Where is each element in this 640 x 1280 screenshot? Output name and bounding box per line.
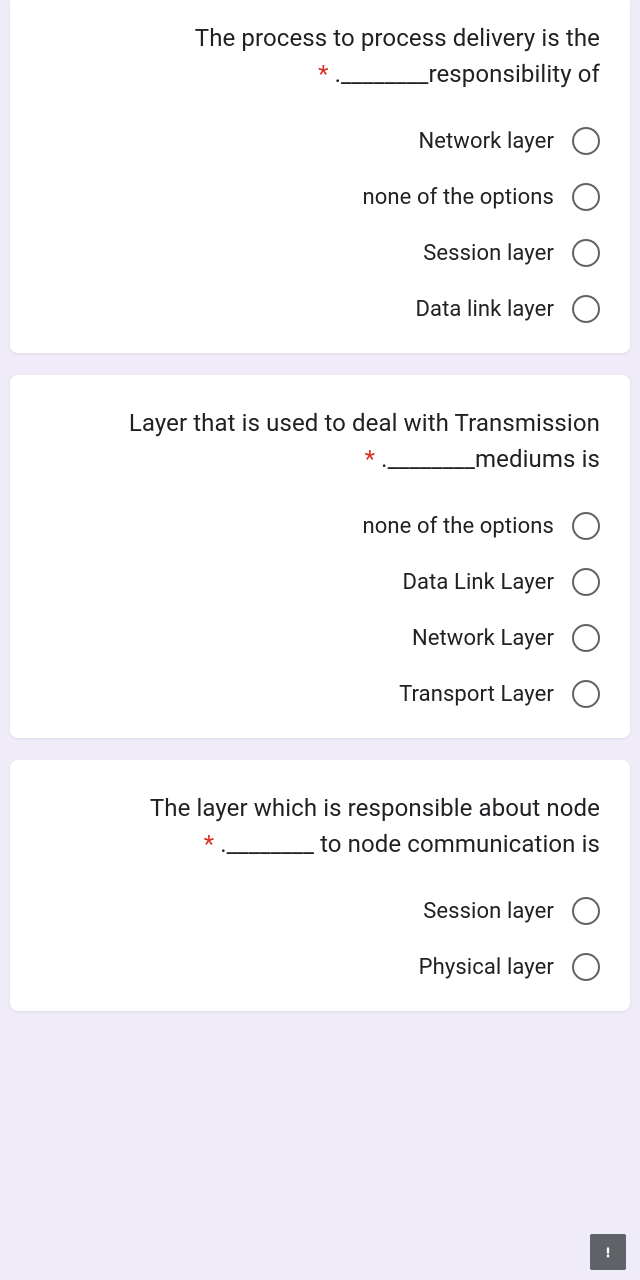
radio-icon[interactable] bbox=[572, 953, 600, 981]
option-label: Physical layer bbox=[419, 955, 554, 980]
option-row[interactable]: Data Link Layer bbox=[402, 568, 600, 596]
radio-icon[interactable] bbox=[572, 183, 600, 211]
radio-icon[interactable] bbox=[572, 239, 600, 267]
radio-icon[interactable] bbox=[572, 127, 600, 155]
radio-icon[interactable] bbox=[572, 680, 600, 708]
option-row[interactable]: none of the options bbox=[363, 512, 600, 540]
question-text: Layer that is used to deal with Transmis… bbox=[40, 405, 600, 477]
question-line: The process to process delivery is the bbox=[195, 24, 600, 52]
radio-icon[interactable] bbox=[572, 897, 600, 925]
question-line: .________mediums is bbox=[381, 445, 600, 473]
question-line: .________responsibility of bbox=[335, 60, 600, 88]
required-asterisk: * bbox=[365, 445, 375, 473]
option-label: Session layer bbox=[423, 899, 554, 924]
question-line: Layer that is used to deal with Transmis… bbox=[129, 409, 600, 437]
option-label: Network layer bbox=[418, 129, 554, 154]
option-row[interactable]: Network Layer bbox=[412, 624, 600, 652]
option-label: Session layer bbox=[423, 241, 554, 266]
option-row[interactable]: Data link layer bbox=[415, 295, 600, 323]
options-group: Network layer none of the options Sessio… bbox=[40, 127, 600, 323]
option-row[interactable]: Transport Layer bbox=[399, 680, 600, 708]
question-card: The layer which is responsible about nod… bbox=[10, 760, 630, 1011]
question-line: .________ to node communication is bbox=[220, 830, 600, 858]
option-label: Data Link Layer bbox=[402, 570, 554, 595]
option-label: none of the options bbox=[363, 185, 554, 210]
option-row[interactable]: Session layer bbox=[423, 897, 600, 925]
option-row[interactable]: Physical layer bbox=[419, 953, 600, 981]
question-card: The process to process delivery is the *… bbox=[10, 0, 630, 353]
alert-icon bbox=[599, 1243, 617, 1261]
option-label: Transport Layer bbox=[399, 682, 554, 707]
question-text: The layer which is responsible about nod… bbox=[40, 790, 600, 862]
radio-icon[interactable] bbox=[572, 512, 600, 540]
question-text: The process to process delivery is the *… bbox=[40, 20, 600, 92]
radio-icon[interactable] bbox=[572, 295, 600, 323]
options-group: none of the options Data Link Layer Netw… bbox=[40, 512, 600, 708]
report-button[interactable] bbox=[590, 1234, 626, 1270]
radio-icon[interactable] bbox=[572, 624, 600, 652]
options-group: Session layer Physical layer bbox=[40, 897, 600, 981]
option-row[interactable]: Network layer bbox=[418, 127, 600, 155]
option-row[interactable]: Session layer bbox=[423, 239, 600, 267]
radio-icon[interactable] bbox=[572, 568, 600, 596]
required-asterisk: * bbox=[318, 60, 328, 88]
question-line: The layer which is responsible about nod… bbox=[150, 794, 600, 822]
option-row[interactable]: none of the options bbox=[363, 183, 600, 211]
question-card: Layer that is used to deal with Transmis… bbox=[10, 375, 630, 738]
option-label: Network Layer bbox=[412, 626, 554, 651]
option-label: Data link layer bbox=[415, 297, 554, 322]
option-label: none of the options bbox=[363, 514, 554, 539]
required-asterisk: * bbox=[204, 830, 214, 858]
